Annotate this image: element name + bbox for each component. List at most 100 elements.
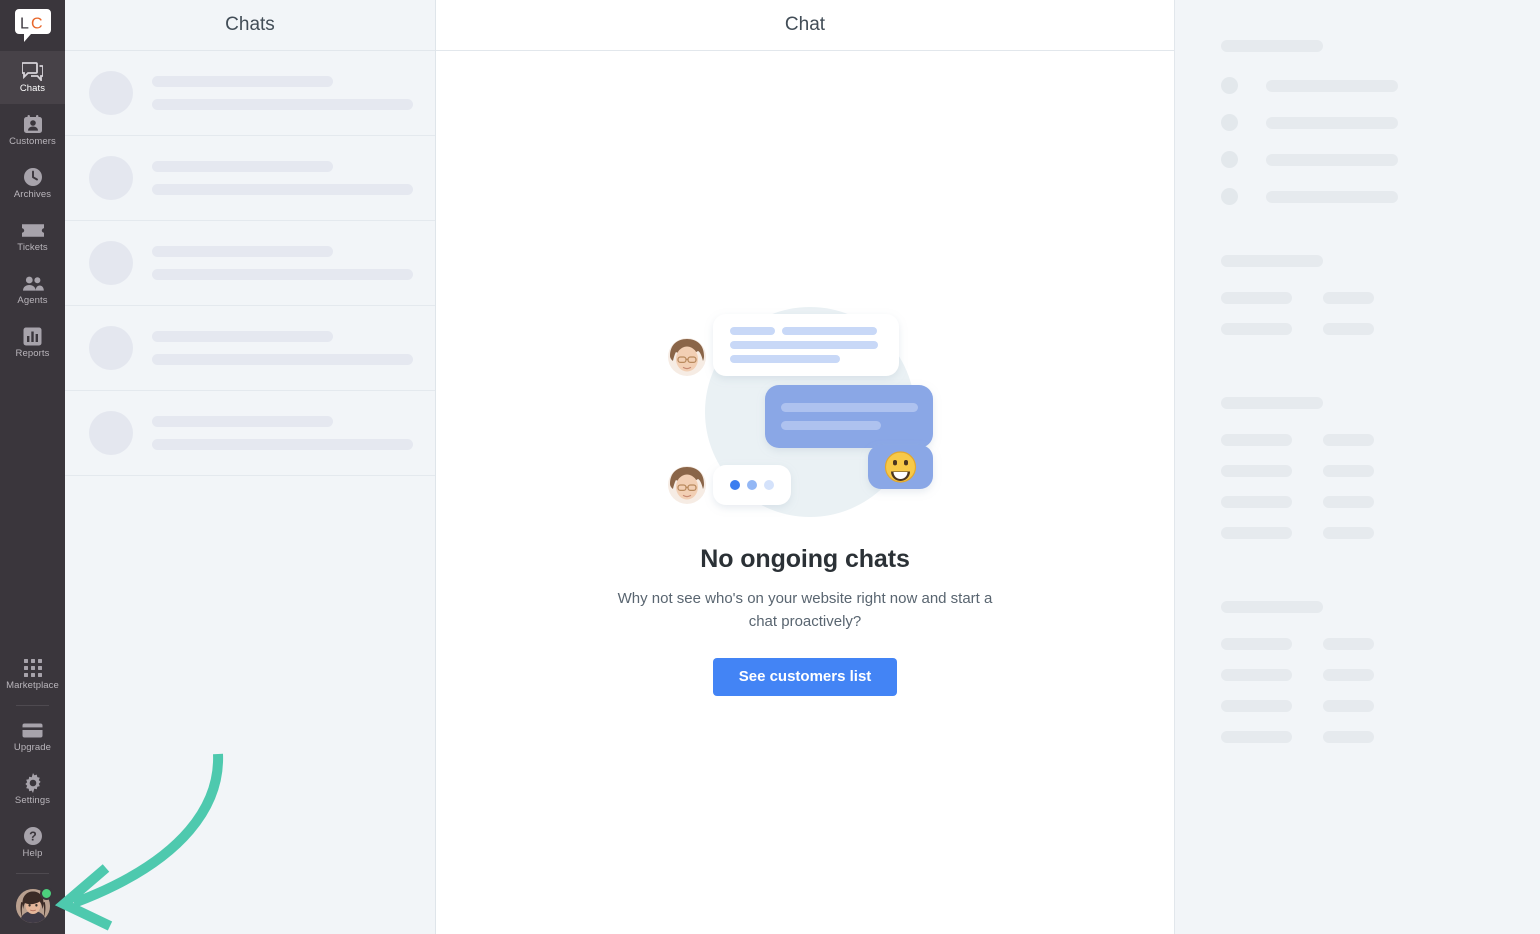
details-section: [1175, 40, 1540, 205]
skeleton-row: [1221, 700, 1540, 712]
bar-chart-icon: [22, 326, 44, 346]
skeleton-row: [1221, 434, 1540, 446]
skeleton-bar: [1323, 292, 1374, 304]
skeleton-bar: [1323, 669, 1374, 681]
sidebar-item-archives[interactable]: Archives: [0, 157, 65, 210]
skeleton-lines: [152, 161, 413, 195]
illustration-bubble-outgoing: [765, 385, 933, 448]
skeleton-bar: [1221, 638, 1292, 650]
page-title: No ongoing chats: [700, 545, 910, 573]
chats-panel-title: Chats: [65, 0, 435, 51]
sidebar-divider: [16, 873, 49, 874]
skeleton-row: [1221, 465, 1540, 477]
sidebar-item-label: Settings: [14, 795, 51, 807]
skeleton-bar: [152, 269, 413, 280]
livechat-app-window: L C Chats Customers Archives Tickets Age…: [0, 0, 1540, 934]
skeleton-section-header: [1221, 397, 1323, 409]
skeleton-bar: [1221, 669, 1292, 681]
skeleton-bar: [1323, 496, 1374, 508]
skeleton-bar: [152, 246, 333, 257]
skeleton-avatar: [89, 71, 133, 115]
skeleton-bar: [1221, 465, 1292, 477]
sidebar-item-tickets[interactable]: Tickets: [0, 210, 65, 263]
skeleton-bar: [1266, 153, 1398, 166]
skeleton-bar: [1323, 323, 1374, 335]
sidebar-item-settings[interactable]: Settings: [0, 763, 65, 816]
sidebar-item-label: Customers: [9, 136, 56, 148]
chat-panel-title: Chat: [436, 0, 1174, 51]
chats-list-panel: Chats: [65, 0, 436, 934]
illustration-avatar-top: [666, 336, 708, 378]
sidebar-item-label: Help: [22, 848, 43, 860]
avatar: [15, 887, 53, 923]
list-item[interactable]: [65, 391, 435, 476]
sidebar-item-agents[interactable]: Agents: [0, 263, 65, 316]
skeleton-bar: [1323, 527, 1374, 539]
ticket-icon: [21, 220, 44, 240]
smiling-face-emoji: [884, 451, 917, 483]
skeleton-circle: [1221, 114, 1238, 131]
skeleton-row: [1221, 731, 1540, 743]
skeleton-bar: [1221, 731, 1292, 743]
svg-text:?: ?: [29, 830, 37, 844]
skeleton-lines: [152, 331, 413, 365]
list-item[interactable]: [65, 51, 435, 136]
skeleton-bar: [152, 439, 413, 450]
skeleton-bar: [1323, 638, 1374, 650]
skeleton-bar: [1221, 496, 1292, 508]
svg-text:L: L: [20, 16, 29, 33]
skeleton-bar: [1323, 465, 1374, 477]
skeleton-bar: [152, 354, 413, 365]
sidebar-item-label: Marketplace: [6, 680, 59, 692]
list-item[interactable]: [65, 136, 435, 221]
sidebar-item-chats[interactable]: Chats: [0, 51, 65, 104]
livechat-logo[interactable]: L C: [0, 0, 65, 51]
sidebar-item-label: Reports: [15, 348, 50, 360]
skeleton-row: [1221, 527, 1540, 539]
main-sidebar: L C Chats Customers Archives Tickets Age…: [0, 0, 65, 934]
skeleton-row: [1221, 77, 1540, 94]
chat-conversation-illustration: [665, 287, 945, 527]
skeleton-bar: [152, 416, 333, 427]
grid-dots-icon: [22, 658, 44, 678]
skeleton-row: [1221, 323, 1540, 335]
status-badge: [39, 887, 53, 900]
sidebar-item-help[interactable]: ? Help: [0, 816, 65, 869]
sidebar-item-customers[interactable]: Customers: [0, 104, 65, 157]
sidebar-item-label: Chats: [19, 83, 46, 95]
chat-bubble-icon: [22, 61, 44, 81]
skeleton-row: [1221, 114, 1540, 131]
skeleton-row: [1221, 638, 1540, 650]
skeleton-bar: [1221, 292, 1292, 304]
list-item[interactable]: [65, 221, 435, 306]
skeleton-bar: [1266, 79, 1398, 92]
skeleton-circle: [1221, 151, 1238, 168]
see-customers-list-button[interactable]: See customers list: [712, 657, 898, 696]
sidebar-item-marketplace[interactable]: Marketplace: [0, 648, 65, 701]
list-item[interactable]: [65, 306, 435, 391]
illustration-avatar-bottom: [666, 464, 708, 506]
empty-state-description: Why not see who's on your website right …: [617, 590, 993, 630]
details-panel: [1175, 0, 1540, 934]
sidebar-divider: [16, 705, 49, 706]
skeleton-avatar: [89, 326, 133, 370]
skeleton-avatar: [89, 156, 133, 200]
sidebar-item-upgrade[interactable]: Upgrade: [0, 710, 65, 763]
sidebar-item-label: Archives: [13, 189, 52, 201]
clock-icon: [22, 167, 44, 187]
skeleton-bar: [152, 76, 333, 87]
skeleton-avatar: [89, 241, 133, 285]
chat-panel: Chat No ongoing chats Why not see who's …: [436, 0, 1175, 934]
agent-profile-button[interactable]: [0, 878, 65, 934]
skeleton-bar: [152, 331, 333, 342]
question-circle-icon: ?: [22, 826, 44, 846]
sidebar-item-reports[interactable]: Reports: [0, 316, 65, 369]
skeleton-row: [1221, 151, 1540, 168]
skeleton-bar: [1266, 116, 1398, 129]
details-section: [1175, 601, 1540, 743]
skeleton-section-header: [1221, 40, 1323, 52]
chats-skeleton-list[interactable]: [65, 51, 435, 934]
chat-empty-state: No ongoing chats Why not see who's on yo…: [436, 51, 1174, 934]
skeleton-bar: [1221, 700, 1292, 712]
skeleton-bar: [152, 184, 413, 195]
